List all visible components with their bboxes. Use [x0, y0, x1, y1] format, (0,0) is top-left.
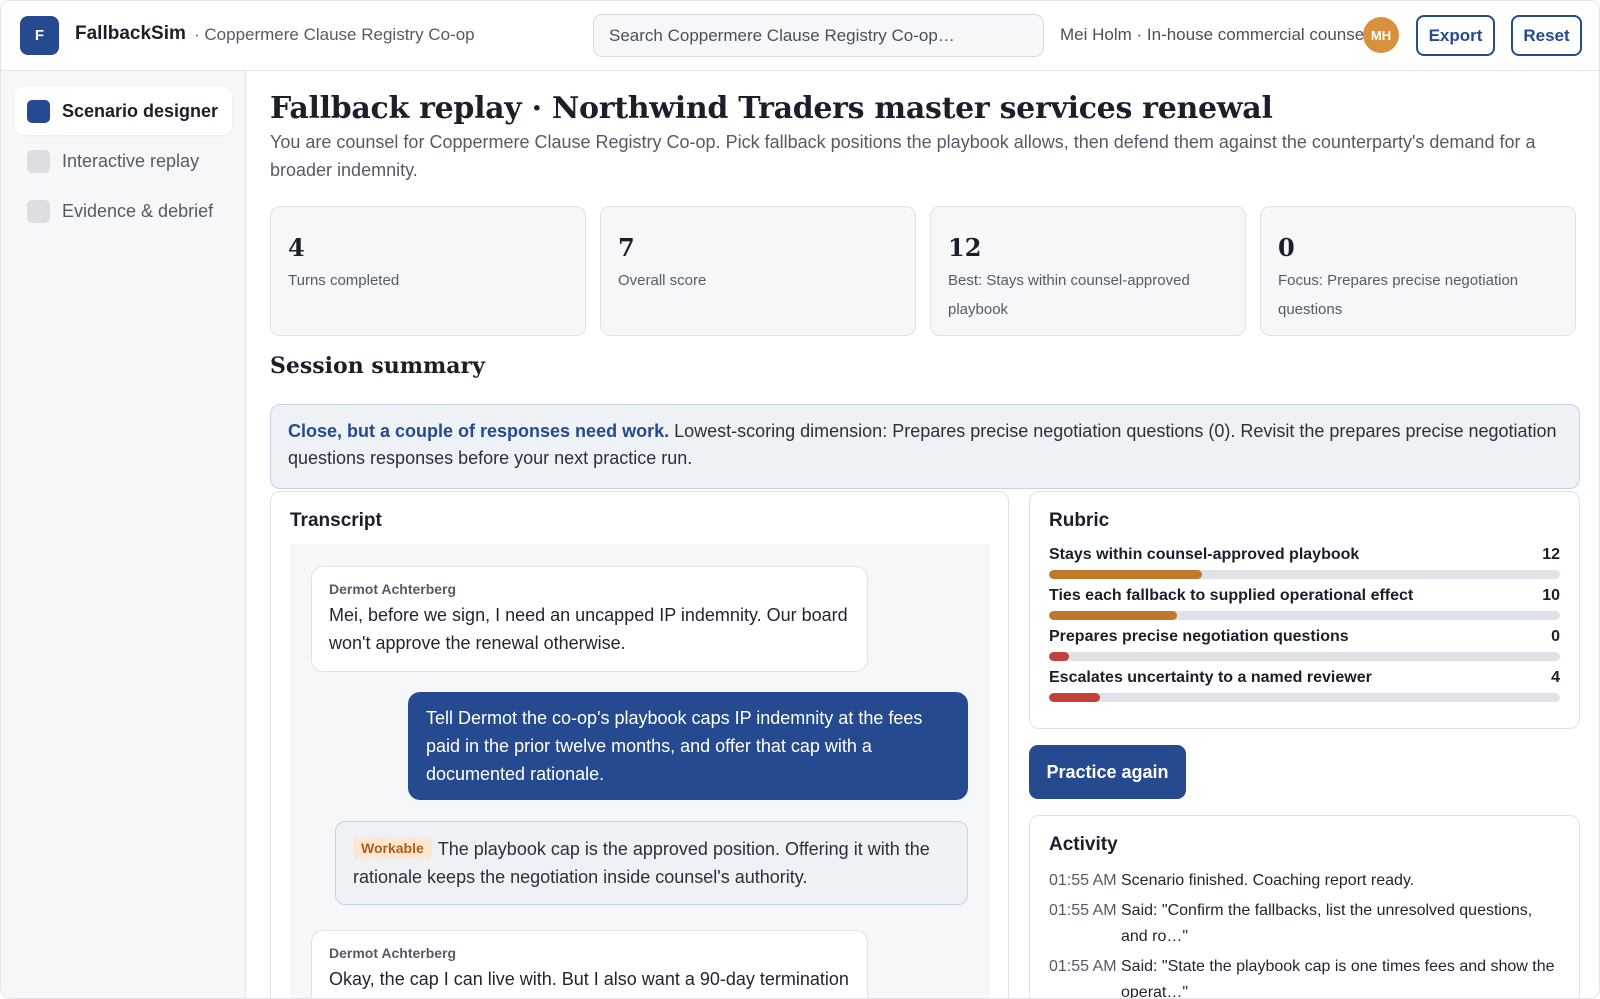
page-title: Fallback replay · Northwind Traders mast…	[270, 91, 1273, 126]
rubric-row: Prepares precise negotiation questions 0	[1049, 628, 1560, 669]
sidebar-item-label: Scenario designer	[62, 100, 219, 121]
rubric-label: Ties each fallback to supplied operation…	[1049, 587, 1414, 604]
stat-card-best: 12 Best: Stays within counsel-approved p…	[930, 206, 1246, 336]
avatar[interactable]: MH	[1363, 17, 1399, 53]
stat-value: 7	[618, 233, 635, 262]
message-text: Okay, the cap I can live with. But I als…	[329, 969, 849, 989]
rubric-score: 4	[1551, 669, 1560, 686]
rubric-title: Rubric	[1049, 510, 1110, 531]
sidebar-item-evidence-debrief[interactable]: Evidence & debrief	[15, 187, 232, 235]
message-author: Dermot Achterberg	[329, 581, 457, 597]
sidebar-item-interactive-replay[interactable]: Interactive replay	[15, 137, 232, 185]
rubric-bar-fill	[1049, 611, 1177, 620]
rubric-score: 10	[1542, 587, 1560, 604]
activity-time: 01:55 AM	[1049, 872, 1117, 889]
activity-title: Activity	[1049, 834, 1118, 855]
app-logo: F	[20, 16, 59, 55]
search-input[interactable]	[593, 14, 1044, 57]
status-badge: Workable	[353, 837, 432, 859]
rubric-row: Escalates uncertainty to a named reviewe…	[1049, 669, 1560, 710]
top-bar: F FallbackSim · Coppermere Clause Regist…	[1, 1, 1599, 71]
rubric-score: 0	[1551, 628, 1560, 645]
stat-value: 4	[288, 233, 305, 262]
activity-item: 01:55 AM Said: "Confirm the fallbacks, l…	[1049, 898, 1560, 950]
activity-text: Said: "Confirm the fallbacks, list the u…	[1121, 902, 1533, 945]
rubric-bar	[1049, 611, 1560, 620]
evidence-debrief-icon	[27, 199, 50, 223]
rubric-label: Escalates uncertainty to a named reviewe…	[1049, 669, 1372, 686]
summary-callout: Close, but a couple of responses need wo…	[270, 404, 1580, 489]
org-name: · Coppermere Clause Registry Co-op	[194, 25, 475, 44]
stat-card-turns: 4 Turns completed	[270, 206, 586, 336]
rubric-bar-fill	[1049, 652, 1070, 661]
page-subtitle: You are counsel for Coppermere Clause Re…	[270, 132, 1536, 180]
scenario-designer-icon	[27, 99, 50, 123]
rubric-row: Stays within counsel-approved playbook 1…	[1049, 546, 1560, 587]
stat-label: Best: Stays within counsel-approved play…	[948, 272, 1190, 318]
rubric-bar	[1049, 652, 1560, 661]
coach-feedback: Workable The playbook cap is the approved…	[335, 821, 968, 905]
user-info: Mei Holm · In-house commercial counsel	[1060, 25, 1368, 44]
stat-label: Overall score	[618, 272, 707, 289]
counterparty-message: Dermot Achterberg Mei, before we sign, I…	[311, 566, 868, 672]
stat-value: 12	[948, 233, 982, 262]
rubric-label: Prepares precise negotiation questions	[1049, 628, 1349, 645]
stat-label: Focus: Prepares precise negotiation ques…	[1278, 272, 1519, 318]
sidebar-item-scenario-designer[interactable]: Scenario designer	[15, 87, 232, 135]
user-message: Tell Dermot the co-op's playbook caps IP…	[408, 692, 968, 800]
feedback-text: The playbook cap is the approved positio…	[353, 839, 930, 887]
stat-card-focus: 0 Focus: Prepares precise negotiation qu…	[1260, 206, 1576, 336]
app-name: FallbackSim	[75, 23, 186, 44]
message-text: Mei, before we sign, I need an uncapped …	[329, 605, 848, 653]
activity-list: 01:55 AM Scenario finished. Coaching rep…	[1049, 868, 1560, 999]
app-window: F FallbackSim · Coppermere Clause Regist…	[0, 0, 1600, 999]
message-author: Dermot Achterberg	[329, 945, 457, 961]
rubric-bar-fill	[1049, 570, 1203, 579]
sidebar-item-label: Evidence & debrief	[62, 200, 214, 221]
practice-again-button[interactable]: Practice again	[1029, 745, 1186, 799]
rubric-score: 12	[1542, 546, 1560, 563]
summary-lead: Close, but a couple of responses need wo…	[288, 421, 670, 441]
activity-item: 01:55 AM Said: "State the playbook cap i…	[1049, 954, 1560, 999]
sidebar: Scenario designer Interactive replay Evi…	[1, 71, 246, 998]
rubric-panel: Rubric Stays within counsel-approved pla…	[1029, 491, 1580, 729]
interactive-replay-icon	[27, 149, 50, 173]
reset-button[interactable]: Reset	[1511, 15, 1582, 56]
stat-card-score: 7 Overall score	[600, 206, 916, 336]
activity-panel: Activity 01:55 AM Scenario finished. Coa…	[1029, 815, 1580, 999]
stat-label: Turns completed	[288, 272, 400, 289]
transcript-panel: Transcript Dermot Achterberg Mei, before…	[270, 491, 1009, 998]
sidebar-item-label: Interactive replay	[62, 150, 200, 171]
rubric-bar	[1049, 693, 1560, 702]
counterparty-message: Dermot Achterberg Okay, the cap I can li…	[311, 930, 868, 998]
activity-time: 01:55 AM	[1049, 958, 1117, 975]
rubric-row: Ties each fallback to supplied operation…	[1049, 587, 1560, 628]
activity-text: Scenario finished. Coaching report ready…	[1121, 872, 1415, 889]
transcript-title: Transcript	[290, 510, 382, 531]
rubric-bar-fill	[1049, 693, 1101, 702]
export-button[interactable]: Export	[1416, 15, 1495, 56]
activity-text: Said: "State the playbook cap is one tim…	[1121, 958, 1555, 999]
stat-value: 0	[1278, 233, 1295, 262]
rubric-label: Stays within counsel-approved playbook	[1049, 546, 1360, 563]
rubric-bar	[1049, 570, 1560, 579]
section-title: Session summary	[270, 353, 485, 379]
transcript-thread[interactable]: Dermot Achterberg Mei, before we sign, I…	[290, 544, 990, 998]
activity-item: 01:55 AM Scenario finished. Coaching rep…	[1049, 868, 1560, 894]
activity-time: 01:55 AM	[1049, 902, 1117, 919]
